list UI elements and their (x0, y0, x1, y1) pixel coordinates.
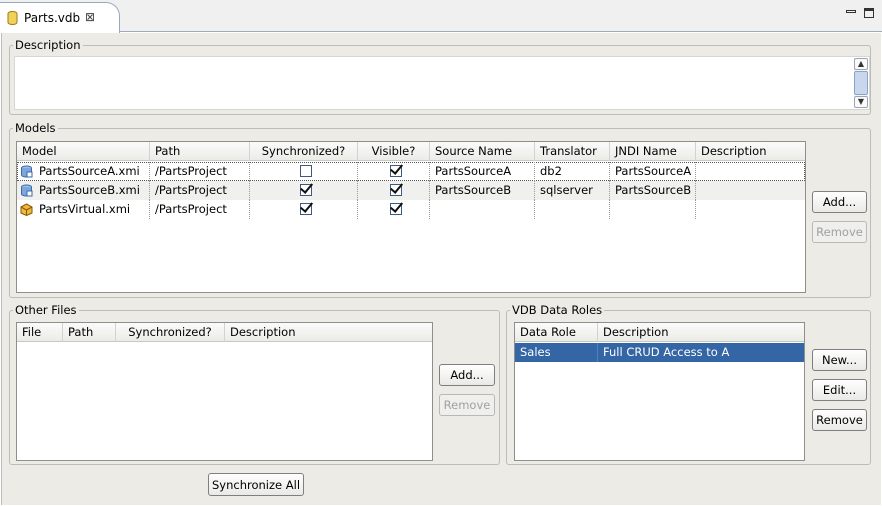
editor-tab-strip: Parts.vdb ⊠ (0, 0, 882, 33)
vdb-editor-content: Description ▲ ▼ Models Model Path Synchr… (1, 33, 881, 505)
description-group: Description ▲ ▼ (9, 38, 871, 115)
description-textarea[interactable]: ▲ ▼ (14, 56, 870, 110)
source-model-icon (21, 165, 33, 178)
synchronize-all-button[interactable]: Synchronize All (208, 473, 304, 496)
column-header-description[interactable]: Description (696, 142, 805, 161)
column-header-path[interactable]: Path (63, 323, 116, 342)
remove-file-button[interactable]: Remove (439, 394, 495, 416)
visible-checkbox[interactable] (390, 184, 402, 196)
source-name-cell[interactable]: PartsSourceA (430, 162, 535, 181)
synchronized-checkbox[interactable] (300, 203, 312, 215)
model-cell: PartsVirtual.xmi (17, 200, 150, 219)
synchronized-checkbox[interactable] (300, 184, 312, 196)
column-header-path[interactable]: Path (150, 142, 250, 161)
column-header-source-name[interactable]: Source Name (430, 142, 535, 161)
edit-data-role-button[interactable]: Edit... (812, 379, 867, 401)
description-scrollbar[interactable]: ▲ ▼ (854, 58, 868, 108)
scroll-up-icon[interactable]: ▲ (854, 58, 868, 70)
other-files-table[interactable]: File Path Synchronized? Description (16, 322, 433, 461)
model-path: /PartsProject (150, 162, 250, 181)
add-model-button[interactable]: Add... (812, 191, 867, 213)
description-cell[interactable] (696, 200, 805, 219)
data-roles-table[interactable]: Data Role Description Sales Full CRUD Ac… (514, 322, 805, 461)
virtual-model-icon (20, 203, 33, 216)
visible-checkbox[interactable] (390, 165, 402, 177)
other-files-group: Other Files File Path Synchronized? Desc… (9, 303, 500, 465)
model-path: /PartsProject (150, 181, 250, 200)
translator-cell[interactable]: sqlserver (535, 181, 610, 200)
column-header-file[interactable]: File (17, 323, 63, 342)
data-roles-table-header: Data Role Description (515, 323, 804, 342)
synchronized-cell (250, 200, 358, 219)
synchronized-checkbox[interactable] (300, 165, 312, 177)
synchronized-cell (250, 162, 358, 181)
jndi-name-cell[interactable] (610, 200, 696, 219)
model-name: PartsSourceA.xmi (39, 164, 140, 178)
scroll-down-icon[interactable]: ▼ (854, 96, 868, 108)
jndi-name-cell[interactable]: PartsSourceB (610, 181, 696, 200)
close-icon[interactable]: ⊠ (85, 10, 95, 24)
description-cell[interactable] (696, 162, 805, 181)
scroll-thumb[interactable] (854, 71, 868, 95)
data-roles-group-label: VDB Data Roles (510, 303, 605, 317)
column-header-description[interactable]: Description (225, 323, 432, 342)
new-data-role-button[interactable]: New... (812, 349, 867, 371)
add-file-button[interactable]: Add... (439, 364, 495, 386)
visible-cell (358, 162, 430, 181)
model-name: PartsSourceB.xmi (39, 183, 140, 197)
source-name-cell[interactable] (430, 200, 535, 219)
editor-tab-title: Parts.vdb (24, 11, 81, 25)
data-role-description: Full CRUD Access to A (603, 345, 730, 359)
model-cell: PartsSourceA.xmi (17, 162, 150, 181)
column-header-jndi-name[interactable]: JNDI Name (610, 142, 696, 161)
models-table-header: Model Path Synchronized? Visible? Source… (17, 142, 805, 161)
model-cell: PartsSourceB.xmi (17, 181, 150, 200)
column-header-translator[interactable]: Translator (535, 142, 610, 161)
data-roles-group: VDB Data Roles Data Role Description Sal… (506, 303, 871, 465)
table-row[interactable]: PartsSourceA.xmi /PartsProject PartsSour… (17, 162, 805, 181)
remove-model-button[interactable]: Remove (812, 221, 867, 243)
column-header-synchronized[interactable]: Synchronized? (250, 142, 358, 161)
column-header-visible[interactable]: Visible? (358, 142, 430, 161)
model-name: PartsVirtual.xmi (39, 202, 131, 216)
models-group: Models Model Path Synchronized? Visible?… (9, 121, 871, 298)
column-header-data-role[interactable]: Data Role (515, 323, 598, 342)
models-group-label: Models (13, 121, 58, 135)
visible-cell (358, 181, 430, 200)
source-name-cell[interactable]: PartsSourceB (430, 181, 535, 200)
translator-cell[interactable]: db2 (535, 162, 610, 181)
column-header-model[interactable]: Model (17, 142, 150, 161)
table-row[interactable]: PartsVirtual.xmi /PartsProject (17, 200, 805, 219)
minimize-icon[interactable] (846, 10, 856, 13)
jndi-name-cell[interactable]: PartsSourceA (610, 162, 696, 181)
table-row[interactable]: Sales Full CRUD Access to A (515, 343, 804, 362)
synchronized-cell (250, 181, 358, 200)
maximize-icon[interactable] (864, 8, 874, 18)
editor-tab-parts-vdb[interactable]: Parts.vdb ⊠ (0, 2, 120, 33)
source-model-icon (21, 184, 33, 197)
models-table[interactable]: Model Path Synchronized? Visible? Source… (16, 141, 806, 293)
data-role-name: Sales (515, 343, 598, 362)
remove-data-role-button[interactable]: Remove (812, 409, 867, 431)
table-row[interactable]: PartsSourceB.xmi /PartsProject PartsSour… (17, 181, 805, 200)
vdb-file-icon (7, 11, 18, 25)
description-group-label: Description (13, 38, 83, 52)
translator-cell[interactable] (535, 200, 610, 219)
model-path: /PartsProject (150, 200, 250, 219)
other-files-group-label: Other Files (13, 303, 79, 317)
visible-checkbox[interactable] (390, 203, 402, 215)
column-header-description[interactable]: Description (598, 323, 804, 342)
description-cell[interactable] (696, 181, 805, 200)
visible-cell (358, 200, 430, 219)
column-header-synchronized[interactable]: Synchronized? (116, 323, 225, 342)
other-files-table-header: File Path Synchronized? Description (17, 323, 432, 342)
